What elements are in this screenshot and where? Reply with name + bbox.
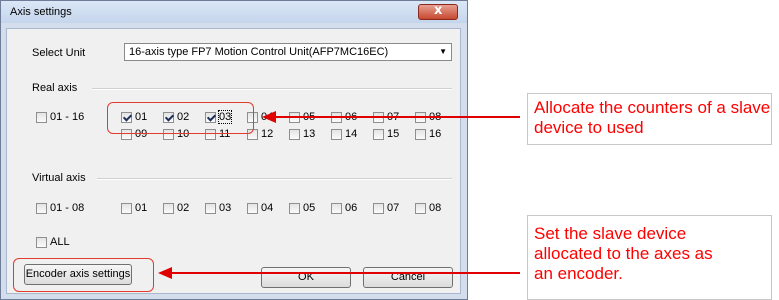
callout-encoder: Set the slave device allocated to the ax… — [527, 215, 772, 300]
arrow-head-2 — [158, 267, 172, 279]
arrow-head-1 — [262, 111, 276, 123]
callout-allocate: Allocate the counters of a slave device … — [527, 93, 772, 145]
